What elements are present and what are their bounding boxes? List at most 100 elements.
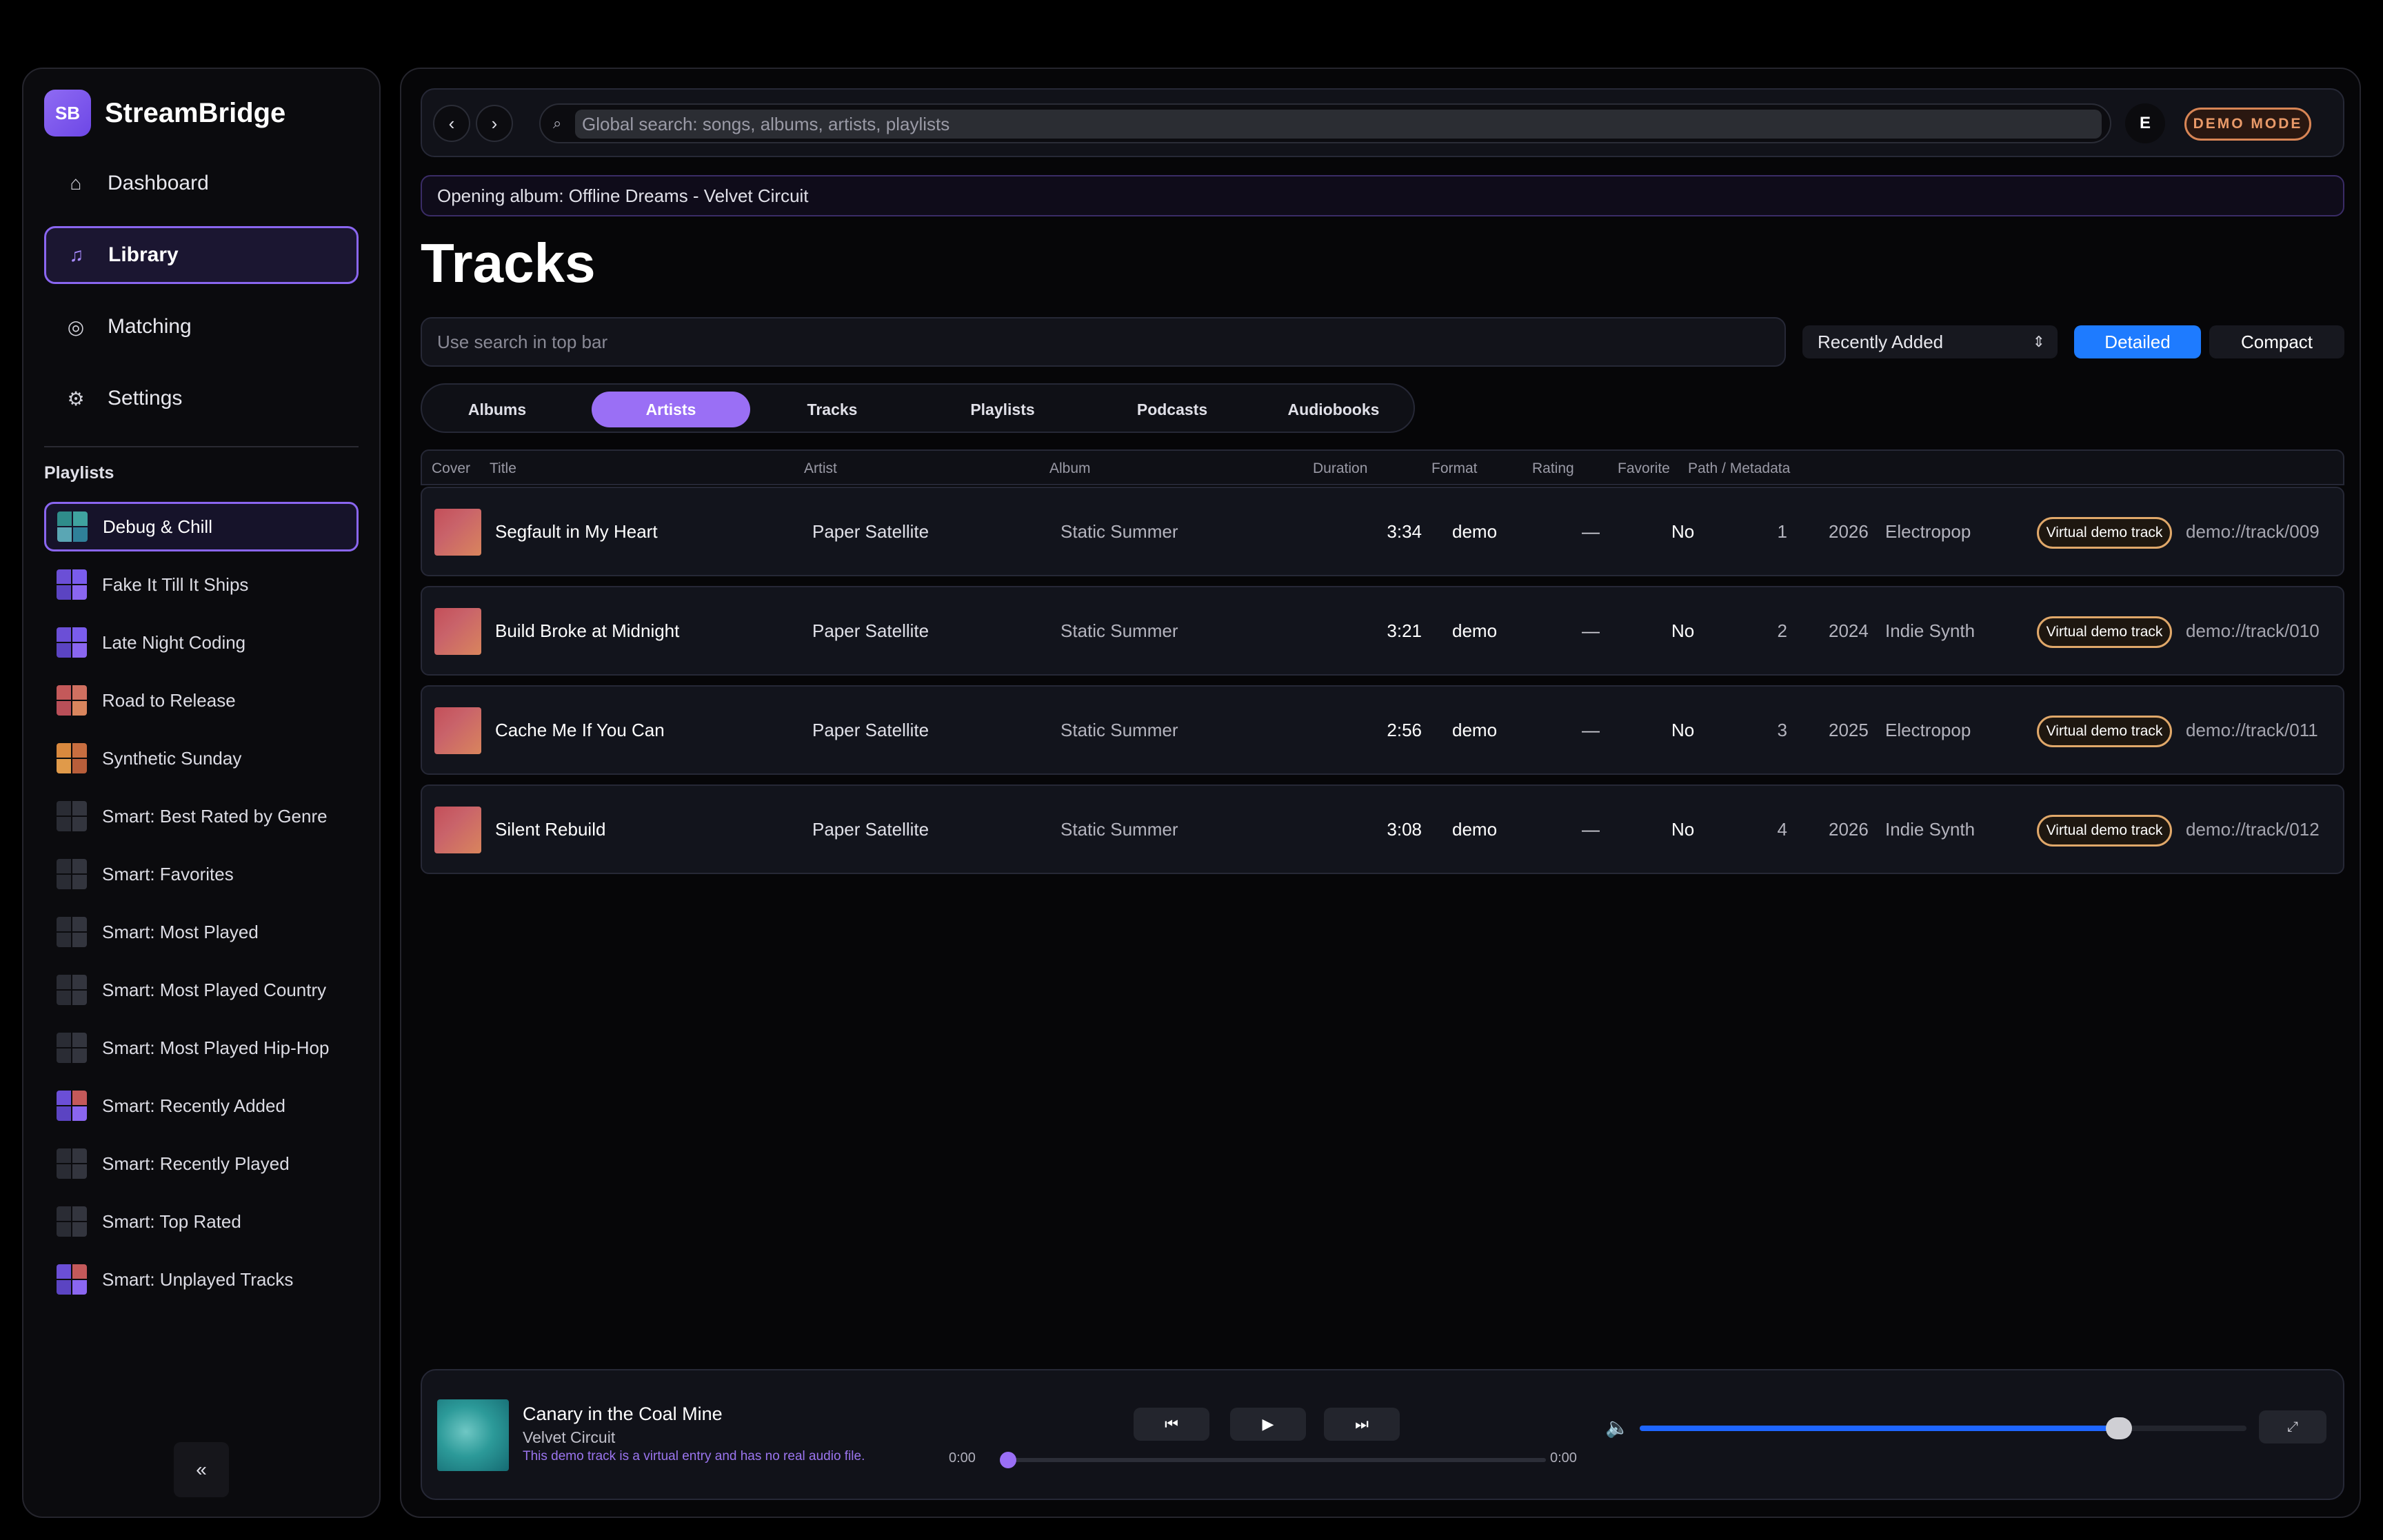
playlist-label: Smart: Recently Played <box>102 1153 290 1174</box>
track-rating: — <box>1582 521 1600 542</box>
playlist-item[interactable]: Smart: Recently Played <box>44 1139 359 1188</box>
column-header-artist[interactable]: Artist <box>804 460 837 477</box>
playlist-item[interactable]: Smart: Recently Added <box>44 1081 359 1131</box>
tab-audiobooks[interactable]: Audiobooks <box>1252 392 1415 427</box>
nav-label: Dashboard <box>108 172 209 194</box>
tab-podcasts[interactable]: Podcasts <box>1091 392 1254 427</box>
playlist-item[interactable]: Smart: Top Rated <box>44 1197 359 1246</box>
playlist-item[interactable]: Debug & Chill <box>44 502 359 551</box>
track-year: 2026 <box>1829 521 1869 542</box>
playlist-item[interactable]: Smart: Unplayed Tracks <box>44 1255 359 1304</box>
page-title: Tracks <box>421 232 596 294</box>
now-playing-cover[interactable] <box>437 1399 509 1471</box>
collapse-sidebar-button[interactable]: « <box>174 1442 229 1497</box>
global-search-input[interactable] <box>575 110 2102 139</box>
playlist-label: Smart: Most Played <box>102 921 259 942</box>
nav-item-dashboard[interactable]: ⌂ Dashboard <box>44 154 359 212</box>
elapsed-time: 0:00 <box>949 1450 976 1466</box>
tab-albums[interactable]: Albums <box>432 392 563 427</box>
volume-slider[interactable] <box>1640 1417 2246 1439</box>
playlist-label: Smart: Most Played Hip-Hop <box>102 1037 330 1058</box>
track-album: Static Summer <box>1060 720 1178 740</box>
nav-item-matching[interactable]: ◎ Matching <box>44 298 359 356</box>
column-header-favorite[interactable]: Favorite <box>1618 460 1670 477</box>
now-playing-artist[interactable]: Velvet Circuit <box>523 1428 615 1447</box>
playlist-item[interactable]: Smart: Favorites <box>44 849 359 899</box>
view-compact-button[interactable]: Compact <box>2209 325 2344 358</box>
tab-tracks[interactable]: Tracks <box>767 392 898 427</box>
progress-handle[interactable] <box>1000 1452 1016 1468</box>
nav-label: Matching <box>108 315 192 338</box>
playlist-item[interactable]: Road to Release <box>44 676 359 725</box>
table-row[interactable]: Segfault in My Heart Paper Satellite Sta… <box>421 487 2344 576</box>
column-header-cover[interactable]: Cover <box>432 460 470 477</box>
now-playing-title[interactable]: Canary in the Coal Mine <box>523 1404 723 1425</box>
nav-label: Library <box>108 243 179 266</box>
back-button[interactable]: ‹ <box>433 105 470 142</box>
track-album: Static Summer <box>1060 819 1178 840</box>
playlist-item[interactable]: Smart: Most Played Hip-Hop <box>44 1023 359 1073</box>
track-table-body: Segfault in My Heart Paper Satellite Sta… <box>421 487 2344 884</box>
column-header-title[interactable]: Title <box>490 460 516 477</box>
playlist-label: Smart: Best Rated by Genre <box>102 805 328 827</box>
user-avatar[interactable]: E <box>2125 103 2165 143</box>
previous-track-button[interactable]: ⏮ <box>1134 1408 1209 1441</box>
nav-label: Settings <box>108 387 183 409</box>
playlist-label: Late Night Coding <box>102 631 246 653</box>
table-row[interactable]: Cache Me If You Can Paper Satellite Stat… <box>421 685 2344 775</box>
column-header-rating[interactable]: Rating <box>1532 460 1574 477</box>
nav-item-settings[interactable]: ⚙ Settings <box>44 369 359 427</box>
virtual-track-badge: Virtual demo track <box>2037 716 2172 747</box>
track-genre: Indie Synth <box>1885 620 1975 641</box>
playlist-label: Smart: Favorites <box>102 863 234 884</box>
volume-handle[interactable] <box>2106 1417 2133 1439</box>
playlist-cover-icon <box>57 511 88 542</box>
playlist-cover-icon <box>57 1264 87 1295</box>
skip-next-icon: ⏭ <box>1355 1415 1369 1432</box>
playlist-item[interactable]: Synthetic Sunday <box>44 733 359 783</box>
table-row[interactable]: Silent Rebuild Paper Satellite Static Su… <box>421 784 2344 874</box>
playlist-cover-icon <box>57 1091 87 1121</box>
column-header-duration[interactable]: Duration <box>1313 460 1367 477</box>
track-favorite: No <box>1671 819 1695 840</box>
column-header-path[interactable]: Path / Metadata <box>1688 460 1790 477</box>
track-path: demo://track/012 <box>2186 819 2320 840</box>
track-rating: — <box>1582 819 1600 840</box>
track-artist: Paper Satellite <box>812 720 929 740</box>
playlist-item[interactable]: Smart: Best Rated by Genre <box>44 791 359 841</box>
play-button[interactable]: ▶ <box>1230 1408 1306 1441</box>
playlist-item[interactable]: Smart: Most Played Country <box>44 965 359 1015</box>
brand[interactable]: SB StreamBridge <box>44 90 285 136</box>
next-track-button[interactable]: ⏭ <box>1324 1408 1400 1441</box>
play-icon: ▶ <box>1262 1415 1274 1432</box>
playlist-cover-icon <box>57 685 87 716</box>
gear-icon: ⚙ <box>67 387 85 409</box>
volume-icon[interactable]: 🔈 <box>1605 1416 1629 1439</box>
playlist-item[interactable]: Late Night Coding <box>44 618 359 667</box>
playlist-label: Smart: Top Rated <box>102 1210 241 1232</box>
track-album: Static Summer <box>1060 620 1178 641</box>
demo-mode-badge[interactable]: DEMO MODE <box>2184 108 2311 141</box>
track-format: demo <box>1452 819 1498 840</box>
nav-item-library[interactable]: ♫ Library <box>44 226 359 284</box>
progress-slider[interactable] <box>1000 1452 1546 1468</box>
column-header-format[interactable]: Format <box>1431 460 1478 477</box>
column-header-album[interactable]: Album <box>1049 460 1091 477</box>
tab-artists[interactable]: Artists <box>592 392 750 427</box>
playlist-label: Synthetic Sunday <box>102 747 242 769</box>
playlist-item[interactable]: Smart: Most Played <box>44 907 359 957</box>
track-format: demo <box>1452 521 1498 542</box>
top-bar: ‹ › ⌕ E DEMO MODE <box>421 88 2344 157</box>
table-row[interactable]: Build Broke at Midnight Paper Satellite … <box>421 586 2344 676</box>
virtual-track-badge: Virtual demo track <box>2037 517 2172 549</box>
view-detailed-button[interactable]: Detailed <box>2074 325 2201 358</box>
tab-playlists[interactable]: Playlists <box>921 392 1084 427</box>
expand-player-button[interactable]: ⤢ <box>2259 1410 2326 1443</box>
track-filter-input[interactable] <box>421 317 1786 367</box>
playlist-label: Debug & Chill <box>103 516 212 537</box>
track-genre: Electropop <box>1885 720 1971 740</box>
main-nav: ⌂ Dashboard ♫ Library ◎ Matching ⚙ Setti… <box>44 154 359 441</box>
playlist-item[interactable]: Fake It Till It Ships <box>44 560 359 609</box>
sort-select[interactable]: Recently Added ⇕ <box>1802 325 2058 358</box>
forward-button[interactable]: › <box>476 105 513 142</box>
